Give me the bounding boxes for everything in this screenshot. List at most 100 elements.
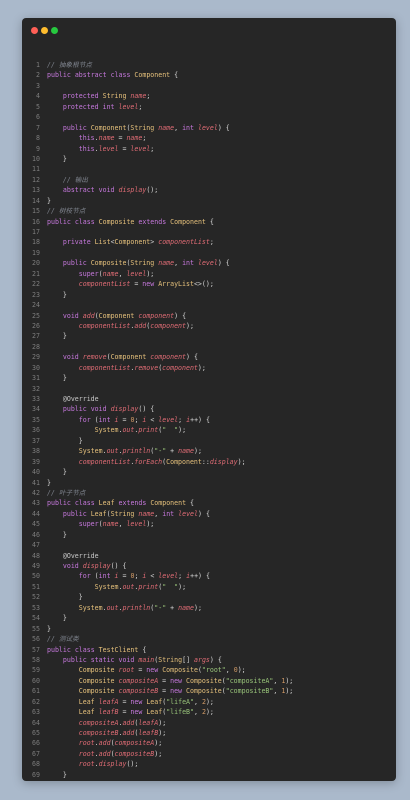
minimize-button-icon[interactable] — [41, 27, 48, 34]
code-line: 45 super(name, level); — [22, 519, 396, 529]
maximize-button-icon[interactable] — [51, 27, 58, 34]
line-text: private List<Component> componentList; — [62, 238, 214, 247]
line-number: 6 — [36, 113, 40, 122]
line-number: 27 — [32, 332, 40, 341]
code-line: 67 root.add(compositeB); — [22, 749, 396, 759]
code-line: 6 — [22, 112, 396, 122]
code-line: 27 } — [22, 331, 396, 341]
code-line: 69 } — [22, 770, 396, 780]
line-text: void add(Component component) { — [62, 311, 187, 320]
line-text: protected String name; — [62, 92, 151, 101]
line-text: } — [47, 468, 67, 477]
code-line: 66 root.add(compositeA); — [22, 738, 396, 748]
code-line: 48 @Override — [22, 551, 396, 561]
line-text: System.out.println("-" + name); — [78, 447, 202, 456]
line-text: // 输出 — [47, 175, 88, 184]
line-text: public Composite(String name, int level)… — [62, 259, 230, 268]
line-text: // 叶子节点 — [47, 488, 86, 497]
line-number: 26 — [32, 321, 40, 330]
line-number: 1 — [36, 61, 40, 69]
code-line: 39 componentList.forEach(Component::disp… — [22, 457, 396, 467]
line-number: 13 — [32, 186, 40, 195]
code-line: 3 — [22, 81, 396, 91]
code-line: 46 } — [22, 530, 396, 540]
code-line: 20 public Composite(String name, int lev… — [22, 258, 396, 268]
code-line: 7 public Component(String name, int leve… — [22, 123, 396, 133]
line-number: 8 — [36, 134, 40, 143]
line-number: 63 — [32, 708, 40, 717]
code-line: 64 compositeA.add(leafA); — [22, 718, 396, 728]
line-text: } — [47, 374, 67, 383]
line-number: 29 — [32, 353, 40, 362]
code-line: 55} — [22, 624, 396, 634]
line-text: protected int level; — [62, 102, 143, 111]
code-line: 28 — [22, 342, 396, 352]
code-block: 1 // 抽象根节点 2 public abstract class Componen… — [22, 60, 396, 781]
line-number: 33 — [32, 395, 40, 403]
line-text: // 抽象根节点 — [47, 61, 92, 69]
code-line: 33 @Override — [22, 394, 396, 404]
line-text: componentList.forEach(Component::display… — [78, 457, 246, 466]
line-text: compositeA.add(leafA); — [78, 718, 167, 727]
code-line: 54 } — [22, 613, 396, 623]
line-text: public class Leaf extends Component { — [47, 499, 194, 508]
line-text: } — [47, 624, 51, 633]
code-line: 63 Leaf leafB = new Leaf("lifeB", 2); — [22, 707, 396, 717]
line-number: 53 — [32, 603, 40, 612]
line-number: 28 — [32, 342, 40, 351]
line-text: Leaf leafA = new Leaf("lifeA", 2); — [78, 697, 214, 706]
line-number: 41 — [32, 478, 40, 487]
line-number: 23 — [32, 290, 40, 299]
line-number: 59 — [32, 666, 40, 675]
line-text: compositeB.add(leafB); — [78, 729, 167, 737]
line-number: 47 — [32, 541, 40, 550]
line-number: 64 — [32, 718, 40, 727]
line-number: 45 — [32, 520, 40, 529]
line-number: 14 — [32, 196, 40, 205]
line-text: // 树枝节点 — [47, 207, 86, 216]
code-line: 19 — [22, 248, 396, 258]
code-line: 68 root.display(); — [22, 759, 396, 769]
line-number: 52 — [32, 593, 40, 602]
line-number: 15 — [32, 207, 40, 216]
line-text: this.level = level; — [78, 144, 155, 153]
line-text: System.out.print(" "); — [94, 582, 187, 591]
line-text: @Override — [62, 551, 99, 560]
line-text: root.display(); — [78, 760, 139, 769]
line-number: 20 — [32, 259, 40, 268]
code-line: 9 this.level = level; — [22, 144, 396, 154]
line-text: void display() { — [62, 562, 127, 570]
code-line: 25 void add(Component component) { — [22, 311, 396, 321]
line-text: System.out.println("-" + name); — [78, 603, 202, 612]
code-line: 8 this.name = name; — [22, 133, 396, 143]
line-text: for (int i = 0; i < level; i++) { — [78, 415, 210, 424]
line-number: 22 — [32, 280, 40, 289]
line-number: 69 — [32, 770, 40, 779]
line-number: 66 — [32, 739, 40, 748]
code-line: 17 — [22, 227, 396, 237]
line-text: super(name, level); — [78, 269, 155, 278]
code-line: 56 // 测试类 — [22, 634, 396, 644]
line-number: 65 — [32, 729, 40, 737]
line-number: 11 — [32, 165, 40, 174]
close-button-icon[interactable] — [31, 27, 38, 34]
line-text: public Leaf(String name, int level) { — [62, 509, 210, 518]
line-text: } — [47, 478, 51, 487]
line-number: 46 — [32, 530, 40, 539]
line-number: 48 — [32, 551, 40, 560]
line-number: 67 — [32, 749, 40, 758]
line-number: 50 — [32, 572, 40, 581]
line-number: 4 — [36, 92, 40, 101]
line-number: 18 — [32, 238, 40, 247]
code-line: 41} — [22, 478, 396, 488]
line-text: void remove(Component component) { — [62, 353, 198, 362]
line-text: abstract void display(); — [62, 186, 159, 195]
line-text: public abstract class Component { — [47, 71, 179, 80]
code-line: 1 // 抽象根节点 — [22, 60, 396, 70]
code-line: 32 — [22, 384, 396, 394]
code-line: 26 componentList.add(component); — [22, 321, 396, 331]
line-number: 68 — [32, 760, 40, 769]
line-text: } — [47, 332, 67, 341]
line-number: 37 — [32, 436, 40, 445]
line-text: @Override — [62, 395, 99, 403]
